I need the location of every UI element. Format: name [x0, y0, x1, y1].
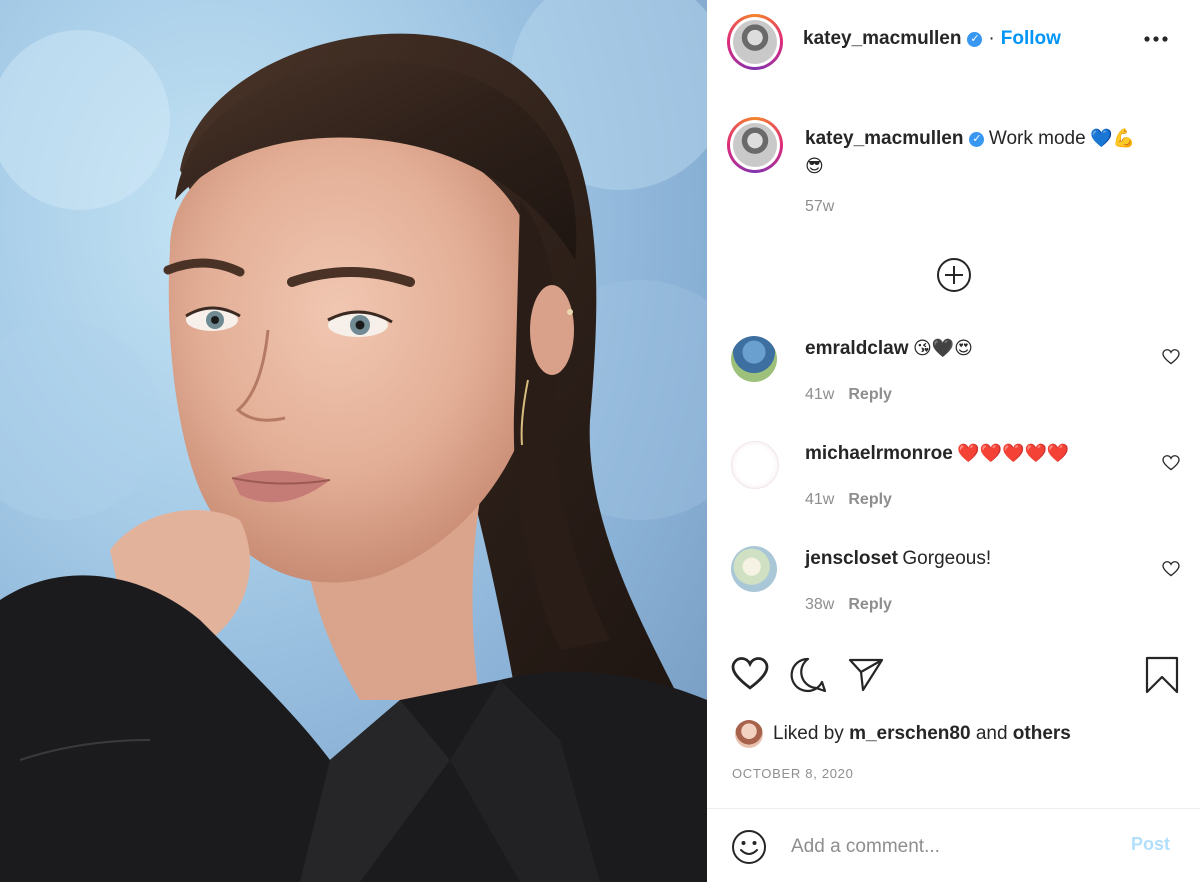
- comment-emoji: 😘🖤😍: [912, 338, 973, 358]
- paper-plane-icon[interactable]: [847, 656, 885, 699]
- post-button[interactable]: Post: [1131, 834, 1170, 855]
- caption-avatar[interactable]: [727, 117, 783, 173]
- post-header: katey_macmullen ✓ · Follow: [803, 28, 1061, 50]
- comment-like-heart-icon[interactable]: [1162, 349, 1180, 370]
- bookmark-icon[interactable]: [1145, 656, 1179, 699]
- verified-badge-icon: ✓: [967, 32, 983, 48]
- comment-text: Gorgeous!: [902, 548, 992, 569]
- reply-button[interactable]: Reply: [848, 386, 892, 403]
- add-comment-input[interactable]: [789, 830, 1133, 864]
- reply-button[interactable]: Reply: [848, 491, 892, 508]
- header-username[interactable]: katey_macmullen: [803, 28, 961, 49]
- post-details-pane: katey_macmullen ✓ · Follow katey_macmullen ✓…: [707, 0, 1200, 882]
- comment-avatar[interactable]: [731, 546, 777, 592]
- caption: katey_macmullen ✓ Work mode 💙💪 😎: [805, 125, 1185, 181]
- post-photo[interactable]: [0, 0, 707, 882]
- instagram-post: katey_macmullen ✓ · Follow katey_macmullen ✓…: [0, 0, 1200, 882]
- likes-prefix: Liked by: [773, 723, 844, 744]
- comment-item: emraldclaw 😘🖤😍: [805, 338, 973, 360]
- plus-circle-icon[interactable]: [936, 257, 972, 298]
- comment-username[interactable]: jenscloset: [805, 548, 898, 569]
- header-separator: ·: [988, 28, 995, 49]
- comment-meta: 38w Reply: [805, 596, 892, 614]
- divider: [707, 808, 1200, 809]
- comment-avatar[interactable]: [731, 336, 777, 382]
- caption-username[interactable]: katey_macmullen: [805, 128, 963, 149]
- follow-button[interactable]: Follow: [1001, 28, 1061, 49]
- comment-item: michaelrmonroe ❤️❤️❤️❤️❤️: [805, 443, 1069, 465]
- comment-emoji: ❤️❤️❤️❤️❤️: [957, 443, 1070, 463]
- comment-username[interactable]: emraldclaw: [805, 338, 909, 359]
- likes-user[interactable]: m_erschen80: [849, 723, 970, 744]
- header-avatar[interactable]: [727, 14, 783, 70]
- likes-avatar[interactable]: [735, 720, 763, 748]
- likes-summary: Liked by m_erschen80 and others: [773, 723, 1071, 745]
- comment-meta: 41w Reply: [805, 386, 892, 404]
- post-date[interactable]: OCTOBER 8, 2020: [732, 766, 854, 781]
- more-horizontal-icon[interactable]: [1143, 32, 1169, 50]
- smiley-icon[interactable]: [731, 829, 767, 870]
- comment-like-heart-icon[interactable]: [1162, 455, 1180, 476]
- comment-timestamp: 38w: [805, 596, 835, 613]
- likes-joiner: and: [975, 723, 1008, 744]
- comment-item: jenscloset Gorgeous!: [805, 548, 991, 570]
- caption-emoji-2: 😎: [805, 156, 824, 176]
- comment-username[interactable]: michaelrmonroe: [805, 443, 953, 464]
- heart-icon[interactable]: [731, 657, 769, 696]
- reply-button[interactable]: Reply: [848, 596, 892, 613]
- caption-timestamp: 57w: [805, 198, 835, 215]
- comment-timestamp: 41w: [805, 491, 835, 508]
- caption-text: Work mode: [988, 128, 1086, 149]
- comment-icon[interactable]: [789, 656, 827, 699]
- likes-others[interactable]: others: [1013, 723, 1071, 744]
- caption-emoji: 💙💪: [1090, 128, 1135, 148]
- verified-badge-icon: ✓: [969, 132, 985, 148]
- comment-timestamp: 41w: [805, 386, 835, 403]
- comment-meta: 41w Reply: [805, 491, 892, 509]
- comment-like-heart-icon[interactable]: [1162, 561, 1180, 582]
- portrait-image: [0, 0, 707, 882]
- comment-avatar[interactable]: [731, 441, 779, 489]
